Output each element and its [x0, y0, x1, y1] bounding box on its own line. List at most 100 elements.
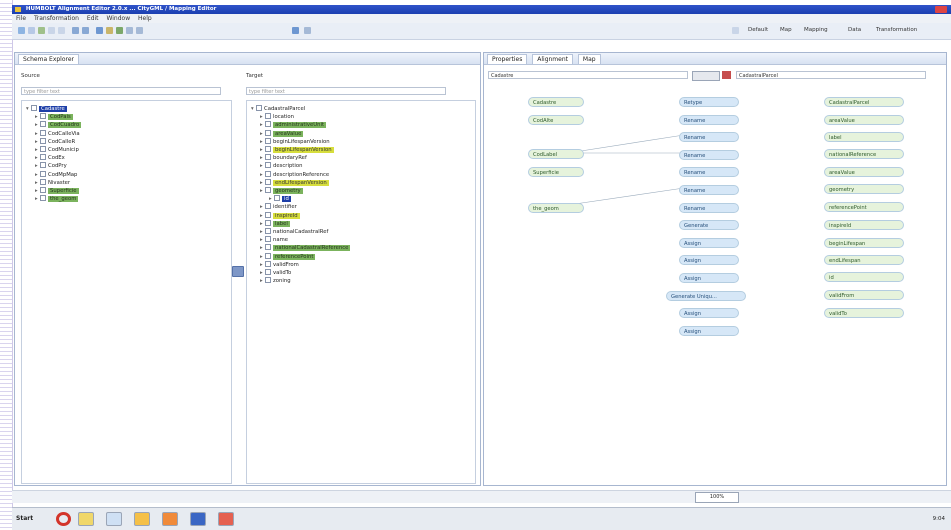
save-icon[interactable] [38, 27, 45, 34]
target-filter-input[interactable]: type filter text [246, 87, 446, 95]
map-icon[interactable] [116, 27, 123, 34]
tree-item[interactable]: ▸ CodMunicip [35, 146, 79, 154]
undo-icon[interactable] [48, 27, 55, 34]
opera-icon[interactable] [56, 512, 71, 526]
tree-item[interactable]: ▸ Superficie [35, 187, 79, 195]
source-filter-input[interactable]: type filter text [21, 87, 221, 95]
perspective-map[interactable]: Map [780, 26, 792, 35]
tree-item[interactable]: ▾ CadastralParcel [251, 105, 305, 113]
perspective-mapping[interactable]: Mapping [804, 26, 828, 35]
function-node[interactable]: Generate [679, 220, 739, 231]
nav-back-icon[interactable] [292, 27, 299, 34]
redo-icon[interactable] [58, 27, 65, 34]
source-node[interactable]: CodLabel [528, 149, 584, 159]
open-icon[interactable] [28, 27, 35, 34]
target-node[interactable]: nationalReference [824, 149, 904, 159]
new-icon[interactable] [18, 27, 25, 34]
layout-icon[interactable] [126, 27, 133, 34]
tree-item[interactable]: ▸ boundaryRef [260, 154, 307, 162]
tab-properties[interactable]: Properties [487, 54, 528, 64]
word-icon[interactable] [190, 512, 206, 526]
function-node[interactable]: Retype [679, 97, 739, 107]
zoom-icon[interactable] [136, 27, 143, 34]
menu-transformation[interactable]: Transformation [34, 15, 79, 22]
target-node[interactable]: geometry [824, 184, 904, 194]
tab-alignment[interactable]: Alignment [532, 54, 573, 64]
menu-edit[interactable]: Edit [87, 15, 99, 22]
source-node[interactable]: Cadastre [528, 97, 584, 107]
source-node[interactable]: CodAlte [528, 115, 584, 125]
tree-item[interactable]: ▸ name [260, 236, 288, 244]
target-node[interactable]: validTo [824, 308, 904, 318]
tree-item[interactable]: ▸ CodEx [35, 154, 65, 162]
perspective-data[interactable]: Data [848, 26, 861, 35]
remove-cell-button[interactable] [722, 71, 731, 79]
retype-toggle-button[interactable] [692, 71, 720, 81]
tree-item[interactable]: ▸ administrativeUnit [260, 121, 327, 129]
function-node[interactable]: Assign [679, 237, 739, 248]
run-icon[interactable] [96, 27, 103, 34]
tree-item[interactable]: ▸ location [260, 113, 294, 121]
zoom-level[interactable]: 100% [695, 492, 739, 503]
tree-item[interactable]: ▸ identifier [260, 203, 297, 211]
function-node[interactable]: Rename [679, 114, 739, 125]
source-node[interactable]: the_geom [528, 203, 584, 213]
function-node[interactable]: Rename [679, 167, 739, 178]
target-node[interactable]: inspireId [824, 220, 904, 230]
function-node[interactable]: Rename [679, 185, 739, 195]
tab-schema-explorer[interactable]: Schema Explorer [18, 54, 80, 64]
tree-item[interactable]: ▸ CodMpMap [35, 170, 77, 179]
function-node[interactable]: Generate Uniqu... [666, 290, 746, 301]
folder-icon[interactable] [78, 512, 94, 526]
tree-item[interactable]: ▸ CodCuadro [35, 121, 82, 129]
filter-icon[interactable] [106, 27, 113, 34]
tree-item[interactable]: ▸ CodCalleR [35, 137, 75, 146]
target-type-field[interactable]: CadastralParcel [736, 71, 926, 79]
tree-item[interactable]: ▸ description [260, 162, 302, 170]
tree-item[interactable]: ▸ nationalCadastralRef [260, 228, 328, 236]
function-node[interactable]: Assign [679, 255, 739, 266]
start-button[interactable]: Start [16, 513, 33, 525]
function-node[interactable]: Rename [679, 202, 739, 213]
perspective-transformation[interactable]: Transformation [876, 26, 917, 35]
app-icon[interactable] [162, 512, 178, 526]
tree-item[interactable]: ▸ the_geom [35, 195, 79, 203]
tab-map[interactable]: Map [577, 54, 601, 64]
target-node[interactable]: label [824, 132, 904, 142]
tree-item[interactable]: ▸ inspireId [260, 211, 300, 220]
target-node[interactable]: endLifespan [824, 255, 904, 265]
menu-window[interactable]: Window [106, 15, 130, 22]
target-node[interactable]: beginLifespan [824, 238, 904, 248]
tree-item[interactable]: ▸ areaValue [260, 129, 304, 138]
tree-item[interactable]: ▸ validTo [260, 269, 291, 277]
perspective-default[interactable]: Default [748, 26, 768, 35]
tree-item[interactable]: ▸ CodPry [35, 162, 67, 170]
tree-item[interactable]: ▸ descriptionReference [260, 170, 329, 179]
target-node[interactable]: CadastralParcel [824, 97, 904, 107]
app-icon[interactable] [106, 512, 122, 526]
tree-item[interactable]: ▸ geometry [260, 187, 303, 195]
function-node[interactable]: Assign [679, 308, 739, 319]
app-icon[interactable] [218, 512, 234, 526]
export-icon[interactable] [82, 27, 89, 34]
map-selected-arrow-button[interactable] [232, 266, 244, 277]
target-node[interactable]: areaValue [824, 115, 904, 125]
target-node[interactable]: id [824, 272, 904, 282]
function-node[interactable]: Assign [679, 325, 739, 336]
tree-item[interactable]: ▸ CodPais [35, 113, 73, 121]
function-node[interactable]: Assign [679, 273, 739, 283]
source-type-field[interactable]: Cadastre [488, 71, 688, 79]
import-icon[interactable] [72, 27, 79, 34]
tree-item[interactable]: ▸ Nivaster [35, 178, 70, 187]
function-node[interactable]: Rename [679, 149, 739, 160]
tree-item[interactable]: ▸ beginLifespanVersion [260, 137, 330, 146]
nav-forward-icon[interactable] [304, 27, 311, 34]
tree-item[interactable]: ▸ nationalCadastralReference [260, 244, 351, 252]
target-node[interactable]: areaValue [824, 167, 904, 177]
tree-item[interactable]: ▸ referencePoint [260, 252, 316, 261]
tree-item[interactable]: ▾ Cadastre [26, 105, 67, 113]
tree-item[interactable]: ▸ beginLifespanVersion [260, 146, 334, 154]
app-icon[interactable] [134, 512, 150, 526]
tree-item[interactable]: ▸ zoning [260, 277, 291, 285]
menu-help[interactable]: Help [138, 15, 152, 22]
